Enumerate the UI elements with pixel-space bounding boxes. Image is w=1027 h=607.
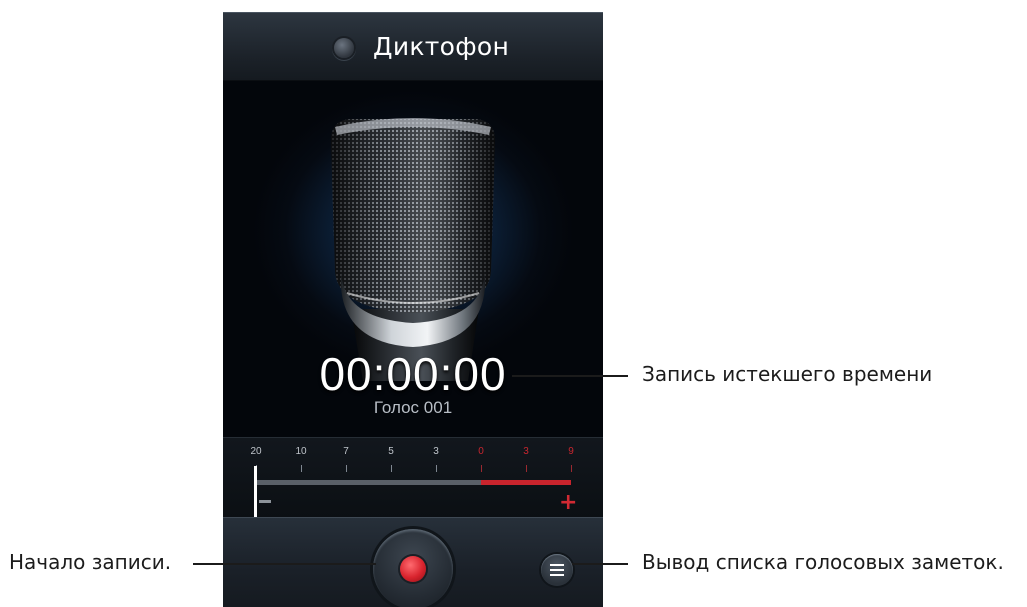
meter-tick-mark — [391, 465, 392, 472]
meter-scale-label: 5 — [388, 446, 394, 457]
level-meter: 20 10 7 5 3 0 3 9 + — [223, 437, 603, 548]
meter-tick-mark — [301, 465, 302, 472]
list-menu-icon-line — [550, 574, 564, 576]
phone-screen: Диктофон 00:00:00 Голос 001 20 10 7 5 3 … — [223, 12, 603, 607]
meter-scale-label: 10 — [295, 446, 307, 457]
record-dot-icon — [400, 556, 426, 582]
meter-scale-label: 20 — [250, 446, 262, 457]
meter-red-zone — [481, 480, 571, 485]
callout-start-recording: Начало записи. — [9, 550, 172, 574]
callout-line-voice-notes-list — [572, 563, 628, 565]
meter-tick-mark — [481, 465, 482, 472]
bottom-controls — [223, 517, 603, 607]
meter-tick-mark — [526, 465, 527, 472]
meter-scale-label: 3 — [523, 446, 529, 457]
callout-line-start-recording — [193, 563, 376, 565]
meter-scale-label: 0 — [478, 446, 484, 457]
callout-elapsed-time: Запись истекшего времени — [642, 362, 933, 386]
elapsed-time: 00:00:00 — [319, 348, 507, 400]
meter-tick-mark — [436, 465, 437, 472]
minus-icon — [259, 500, 271, 503]
plus-icon: + — [559, 490, 578, 515]
callout-voice-notes-list: Вывод списка голосовых заметок. — [642, 550, 1004, 574]
list-menu-icon-line — [550, 564, 564, 566]
page: Диктофон 00:00:00 Голос 001 20 10 7 5 3 … — [0, 0, 1027, 607]
recorder-display: 00:00:00 Голос 001 — [223, 81, 603, 437]
app-title: Диктофон — [373, 32, 510, 61]
voice-notes-list-button[interactable] — [541, 554, 573, 586]
recorder-app-icon — [334, 38, 354, 58]
meter-tick-mark — [346, 465, 347, 472]
recording-file-name: Голос 001 — [373, 398, 453, 417]
title-bar: Диктофон — [223, 12, 603, 81]
callout-line-elapsed-time — [512, 375, 628, 377]
meter-scale-label: 7 — [343, 446, 349, 457]
meter-scale-label: 3 — [433, 446, 439, 457]
meter-scale-label: 9 — [568, 446, 574, 457]
meter-tick-mark — [571, 465, 572, 472]
record-button[interactable] — [373, 529, 453, 607]
list-menu-icon-line — [550, 569, 564, 571]
